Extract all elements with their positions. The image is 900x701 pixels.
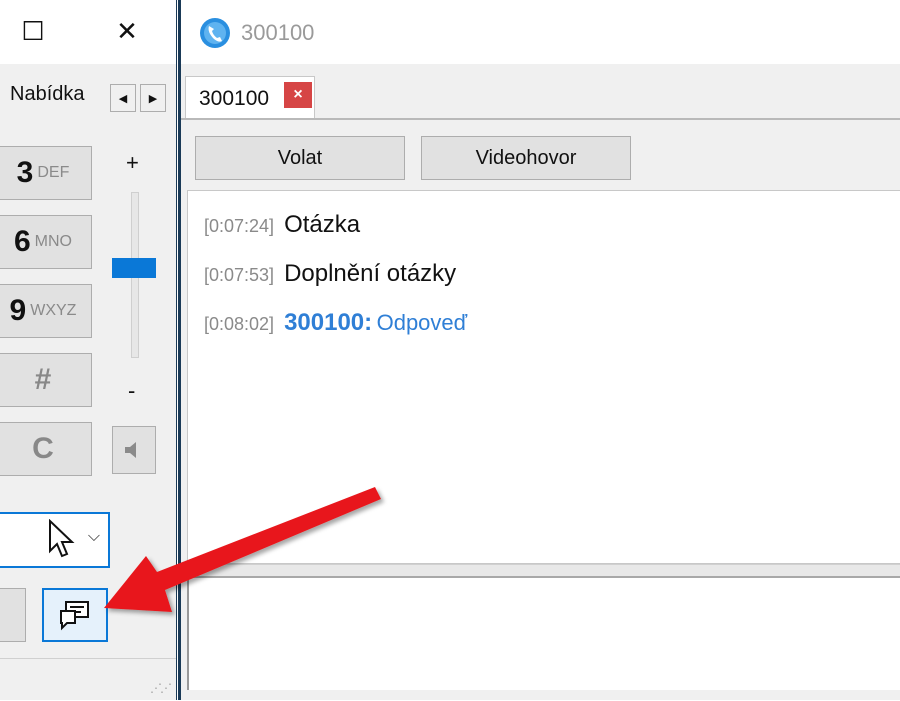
- message-timestamp: [0:07:24]: [204, 216, 275, 236]
- resize-grip-icon[interactable]: ⋰⋰: [150, 681, 172, 695]
- message-timestamp: [0:07:53]: [204, 265, 275, 285]
- chat-icon: [60, 601, 89, 631]
- compose-input[interactable]: [187, 578, 900, 690]
- tab-close-icon[interactable]: ×: [284, 82, 312, 108]
- video-call-button[interactable]: Videohovor: [421, 136, 631, 180]
- close-button[interactable]: ✕: [104, 0, 150, 62]
- call-button[interactable]: Volat: [195, 136, 405, 180]
- maximize-button[interactable]: ☐: [10, 0, 56, 62]
- key-clear[interactable]: C: [0, 422, 92, 476]
- key-digit: 6: [13, 225, 31, 258]
- message-history[interactable]: [0:07:24] Otázka [0:07:53] Doplnění otázky…: [187, 190, 900, 564]
- key-digit: #: [34, 363, 52, 396]
- key-digit: 9: [9, 294, 27, 327]
- status-bar: ⋰⋰: [0, 658, 176, 701]
- key-letters: DEF: [37, 164, 70, 181]
- menu-label[interactable]: Nabídka: [10, 83, 85, 106]
- pane-splitter[interactable]: [187, 564, 900, 578]
- key-letters: WXYZ: [30, 302, 77, 319]
- message-item: [0:07:53] Doplnění otázky: [204, 260, 456, 288]
- chat-titlebar: 300100: [181, 0, 900, 64]
- tab-label: 300100: [199, 87, 270, 110]
- window-title: 300100: [241, 20, 315, 45]
- message-text: Doplnění otázky: [284, 260, 457, 287]
- mouse-cursor-icon: [49, 519, 75, 558]
- message-item: [0:08:02] 300100: Odpoveď: [204, 309, 467, 337]
- scroll-right-icon: ▶: [148, 92, 158, 105]
- scroll-left-button[interactable]: ◀: [110, 84, 136, 112]
- key-letters: MNO: [34, 233, 72, 250]
- volume-slider-thumb[interactable]: [112, 257, 156, 278]
- message-text: Otázka: [284, 211, 361, 238]
- dial-action-button[interactable]: [0, 588, 26, 642]
- speaker-icon: [125, 442, 136, 458]
- volume-down-label: -: [128, 378, 136, 403]
- message-text: Odpoveď: [376, 310, 468, 335]
- chat-window: 300100 300100 × Volat Videohovor [0:07:2…: [178, 0, 900, 700]
- volume-up-label: +: [126, 150, 139, 175]
- tab-strip: 300100 ×: [181, 64, 900, 120]
- key-6[interactable]: 6 MNO: [0, 215, 92, 269]
- phone-app-icon: [200, 18, 230, 48]
- message-sender: 300100:: [284, 309, 373, 336]
- key-9[interactable]: 9 WXYZ: [0, 284, 92, 338]
- chat-button[interactable]: [42, 588, 108, 642]
- scroll-right-button[interactable]: ▶: [140, 84, 166, 112]
- speaker-button[interactable]: [112, 426, 156, 474]
- message-timestamp: [0:08:02]: [204, 314, 275, 334]
- chevron-down-icon[interactable]: ⌵: [88, 528, 100, 546]
- key-3[interactable]: 3 DEF: [0, 146, 92, 200]
- message-item: [0:07:24] Otázka: [204, 211, 360, 239]
- scroll-left-icon: ◀: [118, 92, 128, 105]
- number-combo-box[interactable]: ⌵: [0, 512, 110, 568]
- key-digit: 3: [16, 156, 34, 189]
- tab-300100[interactable]: 300100 ×: [185, 76, 315, 118]
- key-digit: C: [32, 432, 54, 465]
- dialer-window: ☐ ✕ Nabídka ◀ ▶ 3 DEF 6 MNO 9 WXYZ # C +…: [0, 0, 177, 700]
- key-hash[interactable]: #: [0, 353, 92, 407]
